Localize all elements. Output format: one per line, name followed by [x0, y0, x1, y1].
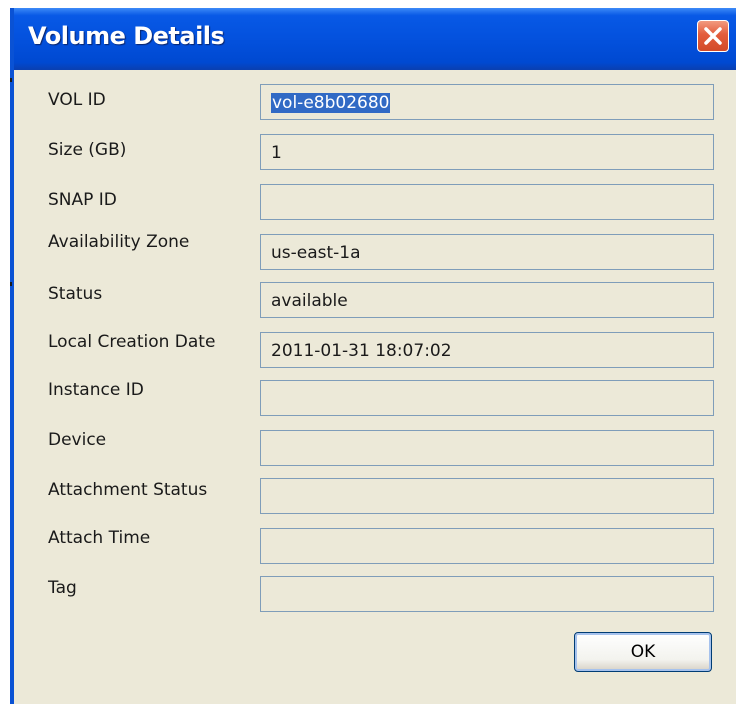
size-gb-label: Size (GB): [48, 140, 127, 160]
tag-label: Tag: [48, 578, 77, 598]
snap-id-field[interactable]: [260, 184, 714, 220]
vol-id-field[interactable]: vol-e8b02680: [260, 84, 714, 120]
device-field[interactable]: [260, 430, 714, 466]
vol-id-label: VOL ID: [48, 90, 106, 110]
vol-id-value: vol-e8b02680: [271, 93, 391, 113]
window-title: Volume Details: [28, 22, 225, 50]
availability-zone-field[interactable]: us-east-1a: [260, 234, 714, 270]
attach-time-label: Attach Time: [48, 528, 151, 548]
attachment-status-label: Attachment Status: [48, 480, 208, 500]
close-icon: [704, 27, 722, 45]
instance-id-label: Instance ID: [48, 380, 144, 400]
local-creation-date-label: Local Creation Date: [48, 332, 216, 352]
border-mark: [10, 282, 12, 286]
instance-id-field[interactable]: [260, 380, 714, 416]
size-gb-field[interactable]: 1: [260, 134, 714, 170]
tag-field[interactable]: [260, 576, 714, 612]
availability-zone-label: Availability Zone: [48, 232, 190, 252]
attach-time-field[interactable]: [260, 528, 714, 564]
title-bar[interactable]: Volume Details: [14, 8, 736, 70]
close-button[interactable]: [697, 20, 729, 52]
snap-id-label: SNAP ID: [48, 190, 117, 210]
device-label: Device: [48, 430, 107, 450]
status-label: Status: [48, 284, 103, 304]
attachment-status-field[interactable]: [260, 478, 714, 514]
volume-details-dialog: Volume Details VOL ID vol-e8b02680 Size …: [10, 8, 736, 704]
status-field[interactable]: available: [260, 282, 714, 318]
border-mark: [10, 78, 12, 82]
local-creation-date-field[interactable]: 2011-01-31 18:07:02: [260, 332, 714, 368]
ok-button[interactable]: OK: [574, 632, 712, 672]
